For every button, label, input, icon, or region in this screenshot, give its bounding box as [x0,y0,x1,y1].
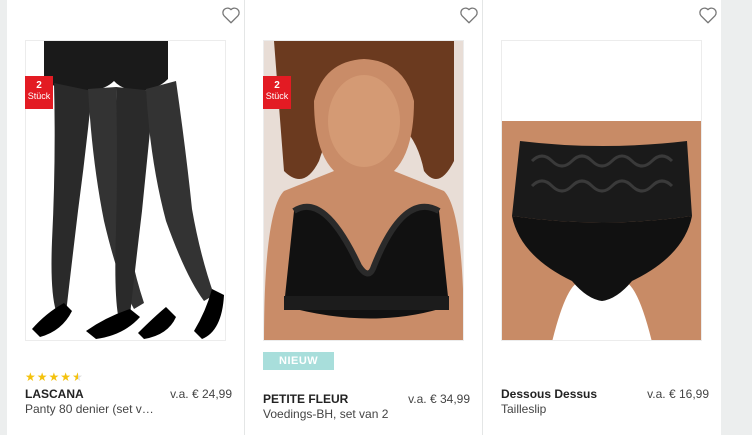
product-price: v.a. € 16,99 [647,387,709,401]
product-image-briefs[interactable] [501,40,702,341]
product-grid: 2 Stück ★ ★ ★ ★ ★ LASCANA v.a. € 24,99 P… [7,0,723,435]
product-price: v.a. € 34,99 [408,392,470,406]
product-brand[interactable]: LASCANA [25,387,84,401]
multipack-badge: 2 Stück [25,76,53,109]
star-icon: ★ [60,370,72,384]
rating-stars: ★ ★ ★ ★ ★ [25,371,83,383]
product-price: v.a. € 24,99 [170,387,232,401]
half-star-icon: ★ [72,370,83,384]
multipack-badge: 2 Stück [263,76,291,109]
star-icon: ★ [48,370,60,384]
product-description[interactable]: Voedings-BH, set van 2 [263,407,393,421]
wishlist-heart-icon[interactable] [221,6,241,24]
product-description[interactable]: Panty 80 denier (set van 2) [25,402,155,416]
star-icon: ★ [25,370,36,384]
new-badge: NIEUW [263,352,335,370]
product-image-bra[interactable] [263,40,464,341]
wishlist-heart-icon[interactable] [459,6,479,24]
wishlist-heart-icon[interactable] [698,6,718,24]
star-icon: ★ [36,370,48,384]
product-description[interactable]: Tailleslip [501,402,631,416]
product-brand[interactable]: Dessous Dessus [501,387,597,401]
product-brand[interactable]: PETITE FLEUR [263,392,348,406]
product-card-petite-fleur[interactable]: 2 Stück NIEUW PETITE FLEUR v.a. € 34,99 … [245,0,483,435]
product-card-dessous-dessus[interactable]: Dessous Dessus v.a. € 16,99 Tailleslip [483,0,721,435]
product-image-tights[interactable] [25,40,226,341]
product-card-lascana[interactable]: 2 Stück ★ ★ ★ ★ ★ LASCANA v.a. € 24,99 P… [7,0,245,435]
